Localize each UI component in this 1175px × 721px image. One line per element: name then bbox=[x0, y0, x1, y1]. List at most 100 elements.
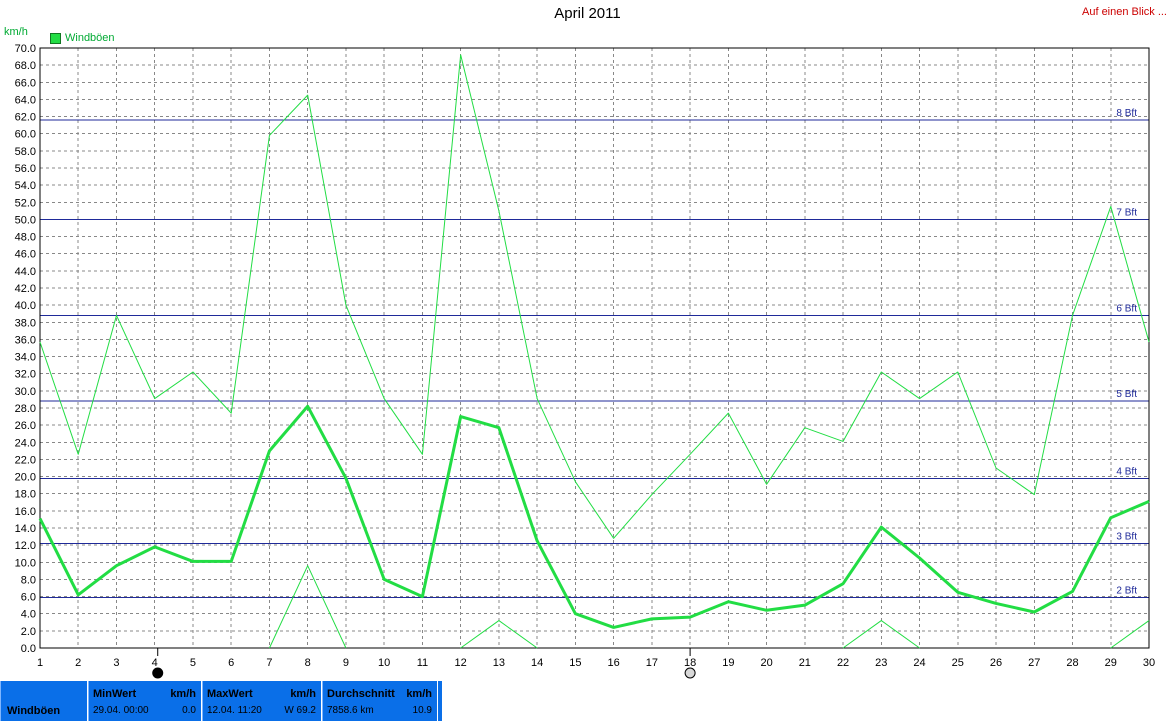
x-tick-label: 11 bbox=[417, 657, 428, 669]
y-tick-label: 12.0 bbox=[15, 540, 36, 552]
x-tick-label: 23 bbox=[875, 657, 887, 669]
y-tick-label: 34.0 bbox=[15, 352, 36, 364]
x-tick-label: 2 bbox=[75, 657, 81, 669]
y-tick-label: 32.0 bbox=[15, 369, 36, 381]
wind-gust-chart: 2 Bft 3 Bft 4 Bft 5 Bft 6 Bft 7 Bft 8 Bft 0.0 2… bbox=[15, 43, 1156, 679]
x-tick-label: 15 bbox=[569, 657, 581, 669]
x-tick-label: 20 bbox=[760, 657, 772, 669]
summary-footer: Windböen MinWert km/h 29.04. 00:00 0.0 M… bbox=[0, 681, 442, 721]
x-tick-label: 9 bbox=[343, 657, 349, 669]
y-tick-label: 24.0 bbox=[15, 437, 36, 449]
x-tick-label: 3 bbox=[113, 657, 119, 669]
max-time: 12.04. 11:20 bbox=[207, 705, 262, 716]
x-tick-label: 26 bbox=[990, 657, 1002, 669]
min-unit: km/h bbox=[170, 688, 196, 700]
y-tick-label: 22.0 bbox=[15, 454, 36, 466]
y-tick-label: 18.0 bbox=[15, 489, 36, 501]
y-tick-label: 56.0 bbox=[15, 163, 36, 175]
y-tick-label: 36.0 bbox=[15, 334, 36, 346]
x-tick-label: 8 bbox=[305, 657, 311, 669]
y-tick-label: 68.0 bbox=[15, 60, 36, 72]
y-tick-label: 66.0 bbox=[15, 77, 36, 89]
max-value: W 69.2 bbox=[284, 705, 316, 716]
series-line-average bbox=[38, 404, 1150, 629]
y-tick-label: 50.0 bbox=[15, 214, 36, 226]
average-value: 10.9 bbox=[412, 705, 432, 716]
y-tick-label: 2.0 bbox=[21, 626, 36, 638]
x-tick-label: 30 bbox=[1143, 657, 1155, 669]
x-tick-label: 13 bbox=[493, 657, 505, 669]
plot-frame bbox=[39, 47, 1150, 649]
y-tick-label: 70.0 bbox=[15, 43, 36, 55]
y-tick-label: 8.0 bbox=[21, 574, 36, 586]
x-tick-label: 7 bbox=[266, 657, 272, 669]
x-tick-label: 18 bbox=[684, 657, 696, 669]
x-tick-label: 10 bbox=[378, 657, 390, 669]
x-tick-label: 1 bbox=[37, 657, 43, 669]
max-unit: km/h bbox=[290, 688, 316, 700]
beaufort-label: 6 Bft bbox=[1116, 303, 1137, 314]
y-tick-label: 20.0 bbox=[15, 472, 36, 484]
x-tick-label: 17 bbox=[646, 657, 658, 669]
y-tick-label: 58.0 bbox=[15, 146, 36, 158]
y-tick-label: 60.0 bbox=[15, 129, 36, 141]
x-tick-label: 29 bbox=[1105, 657, 1117, 669]
axes: 0.0 2.0 4.0 6.0 8.0 10.0 12.0 14.0 16.0 18.0 20.0 2… bbox=[15, 43, 1156, 669]
y-tick-label: 0.0 bbox=[21, 643, 36, 655]
x-tick-label: 27 bbox=[1028, 657, 1040, 669]
x-tick-label: 6 bbox=[228, 657, 234, 669]
y-tick-label: 62.0 bbox=[15, 112, 36, 124]
beaufort-label: 8 Bft bbox=[1116, 108, 1137, 119]
beaufort-label: 3 Bft bbox=[1116, 531, 1137, 542]
footer-average-cell: Durchschnitt km/h 7858.6 km 10.9 bbox=[322, 681, 438, 721]
average-label: Durchschnitt bbox=[327, 688, 395, 700]
beaufort-reference-lines: 2 Bft 3 Bft 4 Bft 5 Bft 6 Bft 7 Bft 8 Bft bbox=[40, 108, 1149, 598]
x-tick-label: 24 bbox=[913, 657, 925, 669]
x-tick-label: 19 bbox=[722, 657, 734, 669]
y-tick-label: 38.0 bbox=[15, 317, 36, 329]
average-unit: km/h bbox=[406, 688, 432, 700]
new-moon-icon bbox=[152, 667, 164, 679]
y-tick-label: 54.0 bbox=[15, 180, 36, 192]
series-line-max bbox=[39, 54, 1150, 539]
beaufort-label: 7 Bft bbox=[1116, 207, 1137, 218]
y-tick-label: 26.0 bbox=[15, 420, 36, 432]
y-tick-label: 42.0 bbox=[15, 283, 36, 295]
series-line-min bbox=[1110, 620, 1150, 649]
footer-min-cell: MinWert km/h 29.04. 00:00 0.0 bbox=[88, 681, 202, 721]
beaufort-label: 5 Bft bbox=[1116, 389, 1137, 400]
average-distance: 7858.6 km bbox=[327, 705, 374, 716]
legend-swatch bbox=[50, 32, 61, 44]
y-tick-label: 14.0 bbox=[15, 523, 36, 535]
beaufort-label: 4 Bft bbox=[1116, 466, 1137, 477]
min-label: MinWert bbox=[93, 688, 137, 700]
y-tick-label: 28.0 bbox=[15, 403, 36, 415]
overview-link[interactable]: Auf einen Blick ... bbox=[1082, 6, 1167, 18]
y-axis-unit: km/h bbox=[4, 26, 28, 38]
min-time: 29.04. 00:00 bbox=[93, 705, 149, 716]
x-tick-label: 5 bbox=[190, 657, 196, 669]
footer-max-cell: MaxWert km/h 12.04. 11:20 W 69.2 bbox=[202, 681, 322, 721]
legend: Windböen bbox=[50, 32, 115, 44]
y-tick-label: 40.0 bbox=[15, 300, 36, 312]
legend-label: Windböen bbox=[65, 32, 115, 44]
footer-series-name: Windböen bbox=[0, 681, 88, 721]
full-moon-icon bbox=[684, 667, 696, 679]
y-tick-label: 10.0 bbox=[15, 557, 36, 569]
max-label: MaxWert bbox=[207, 688, 253, 700]
chart-title: April 2011 bbox=[554, 5, 621, 22]
y-tick-label: 44.0 bbox=[15, 266, 36, 278]
y-tick-label: 52.0 bbox=[15, 197, 36, 209]
x-tick-label: 14 bbox=[531, 657, 543, 669]
series bbox=[38, 54, 1150, 649]
y-tick-label: 16.0 bbox=[15, 506, 36, 518]
y-tick-label: 46.0 bbox=[15, 249, 36, 261]
y-tick-label: 4.0 bbox=[21, 609, 36, 621]
grid bbox=[39, 47, 1150, 649]
y-tick-label: 64.0 bbox=[15, 94, 36, 106]
x-tick-label: 28 bbox=[1066, 657, 1078, 669]
x-tick-label: 12 bbox=[455, 657, 467, 669]
y-tick-label: 6.0 bbox=[21, 592, 36, 604]
x-tick-label: 21 bbox=[799, 657, 811, 669]
min-value: 0.0 bbox=[182, 705, 196, 716]
